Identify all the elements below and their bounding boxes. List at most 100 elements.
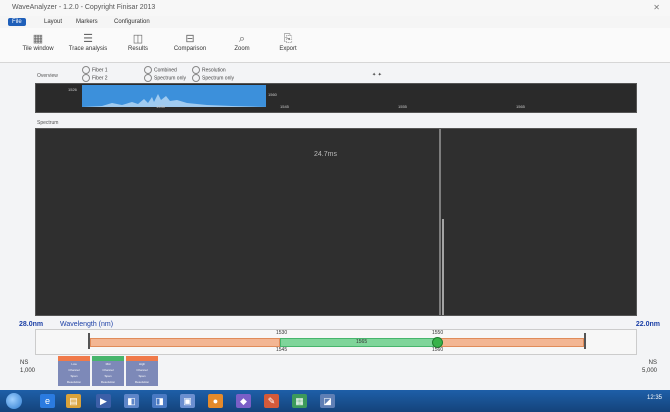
app-window: WaveAnalyzer - 1.2.0 - Copyright Finisar…	[0, 0, 670, 390]
window-title: WaveAnalyzer - 1.2.0 - Copyright Finisar…	[12, 4, 156, 11]
zoom-button[interactable]: ⌕ Zoom	[222, 32, 262, 52]
footer-right: NS 5,000	[642, 359, 657, 375]
close-icon[interactable]: ✕	[653, 3, 660, 12]
combined-option[interactable]: Combined	[144, 66, 186, 74]
overview-sel-right: 1560	[268, 92, 277, 97]
compare-icon: ⊟	[185, 33, 195, 45]
system-clock[interactable]: 12:35	[647, 395, 662, 401]
app-icon[interactable]: ●	[208, 394, 223, 408]
spectrum-only-option-2[interactable]: Spectrum only	[192, 74, 234, 82]
hover-readout: 24.7ms	[314, 151, 337, 158]
overview-plot[interactable]: 1526 1560 1535 1545 1555 1565	[35, 83, 637, 113]
table-icon: ☰	[83, 33, 93, 45]
app-icon[interactable]: ▣	[180, 394, 195, 408]
legend-cell: Low	[71, 362, 77, 366]
band-low[interactable]	[90, 338, 280, 347]
export-label: Export	[279, 46, 297, 52]
export-button[interactable]: ⎘ Export	[268, 32, 308, 52]
tab-layout[interactable]: Layout	[40, 18, 66, 26]
export-icon: ⎘	[283, 33, 293, 45]
band-label-4: 1560	[432, 347, 444, 353]
legend-cell: Channel	[102, 368, 114, 372]
spectrum-label: Spectrum	[37, 120, 59, 126]
legend-cell: Resolution	[134, 380, 150, 384]
band-label-3: 1550	[432, 330, 444, 336]
overview-tick-2: 1545	[280, 104, 289, 109]
tile-window-label: Tile window	[22, 46, 54, 52]
results-button[interactable]: ◫ Results	[118, 32, 158, 52]
taskbar: e ▤ ▶ ◧ ◨ ▣ ● ◆ ✎ ▦ ◪ 12:35	[0, 390, 670, 412]
ie-icon[interactable]: e	[40, 394, 55, 408]
legend-cell: Span	[138, 374, 146, 378]
legend-header-low	[58, 356, 90, 361]
legend-col-high: High Channel Span Resolution	[126, 356, 158, 386]
chart-icon: ◫	[132, 33, 144, 45]
media-icon[interactable]: ▶	[96, 394, 111, 408]
results-label: Results	[127, 46, 148, 52]
spectrum-peak-trace	[442, 219, 444, 315]
toolbar-ribbon: ▦ Tile window ☰ Trace analysis ◫ Results…	[0, 28, 670, 63]
app-icon[interactable]: ◪	[320, 394, 335, 408]
legend-col-low: Low Channel Span Resolution	[58, 356, 90, 386]
fiber-1-option[interactable]: Fiber 1	[82, 66, 108, 74]
tab-configuration[interactable]: Configuration	[110, 18, 154, 26]
legend-cell: Resolution	[66, 380, 82, 384]
legend-col-mid: Mid Channel Span Resolution	[92, 356, 124, 386]
fiber-2-option[interactable]: Fiber 2	[82, 74, 108, 82]
overview-sel-left: 1526	[68, 87, 77, 92]
paint-icon[interactable]: ✎	[264, 394, 279, 408]
legend-cell: Mid	[105, 362, 111, 366]
footer-right-bottom: 5,000	[641, 368, 657, 374]
legend-cell: Span	[70, 374, 78, 378]
wavelength-title: Wavelength (nm)	[60, 321, 114, 328]
footer-left-top: NS	[20, 360, 29, 366]
title-bar: WaveAnalyzer - 1.2.0 - Copyright Finisar…	[0, 0, 670, 17]
footer-right-top: NS	[648, 360, 657, 366]
resolution-options: Resolution Spectrum only	[192, 66, 234, 82]
tab-markers[interactable]: Markers	[72, 18, 102, 26]
trace-analysis-button[interactable]: ☰ Trace analysis	[68, 32, 108, 52]
view-options: Combined Spectrum only	[144, 66, 186, 82]
grid-icon: ▦	[32, 33, 44, 45]
app-icon[interactable]: ▦	[292, 394, 307, 408]
fiber-options: Fiber 1 Fiber 2	[82, 66, 108, 82]
spectrum-plot[interactable]: 24.7ms	[35, 128, 637, 316]
footer-left: NS 1,000	[20, 359, 35, 375]
app-icon[interactable]: ◧	[124, 394, 139, 408]
trace-analysis-label: Trace analysis	[68, 46, 108, 52]
comparison-button[interactable]: ⊟ Comparison	[170, 32, 210, 52]
zoom-label: Zoom	[234, 46, 250, 52]
legend-cell: High	[138, 362, 146, 366]
band-selector[interactable]: 1530 1545 1550 1560 1565	[35, 329, 637, 355]
overview-trace	[82, 94, 266, 107]
band-label-5: 1565	[356, 339, 368, 345]
overview-tick-4: 1565	[516, 104, 525, 109]
band-label-1: 1530	[276, 330, 288, 336]
wavelength-left-value: 28.0nm	[19, 321, 44, 328]
overview-tick-1: 1535	[156, 104, 165, 109]
app-icon[interactable]: ◨	[152, 394, 167, 408]
status-badge: ✦ ✦	[372, 72, 382, 78]
folder-icon[interactable]: ▤	[66, 394, 81, 408]
start-button[interactable]	[6, 393, 22, 409]
band-label-2: 1545	[276, 347, 288, 353]
resolution-option[interactable]: Resolution	[192, 66, 234, 74]
spectrum-only-option[interactable]: Spectrum only	[144, 74, 186, 82]
magnifier-icon: ⌕	[238, 33, 246, 45]
tile-window-button[interactable]: ▦ Tile window	[18, 32, 58, 52]
app-icon[interactable]: ◆	[236, 394, 251, 408]
footer-left-bottom: 1,000	[20, 368, 36, 374]
overview-label: Overview	[37, 73, 58, 79]
legend-table: Low Channel Span Resolution Mid Channel …	[58, 356, 158, 386]
wavelength-right-value: 22.0nm	[635, 321, 660, 328]
tab-file[interactable]: File	[8, 18, 26, 26]
band-high[interactable]	[438, 338, 584, 347]
overview-tick-3: 1555	[398, 104, 407, 109]
overview-selection[interactable]	[82, 85, 266, 107]
comparison-label: Comparison	[173, 46, 207, 52]
band-right-cap[interactable]	[584, 333, 586, 349]
legend-header-mid	[92, 356, 124, 361]
legend-cell: Span	[104, 374, 112, 378]
legend-cell: Resolution	[100, 380, 116, 384]
legend-cell: Channel	[68, 368, 80, 372]
